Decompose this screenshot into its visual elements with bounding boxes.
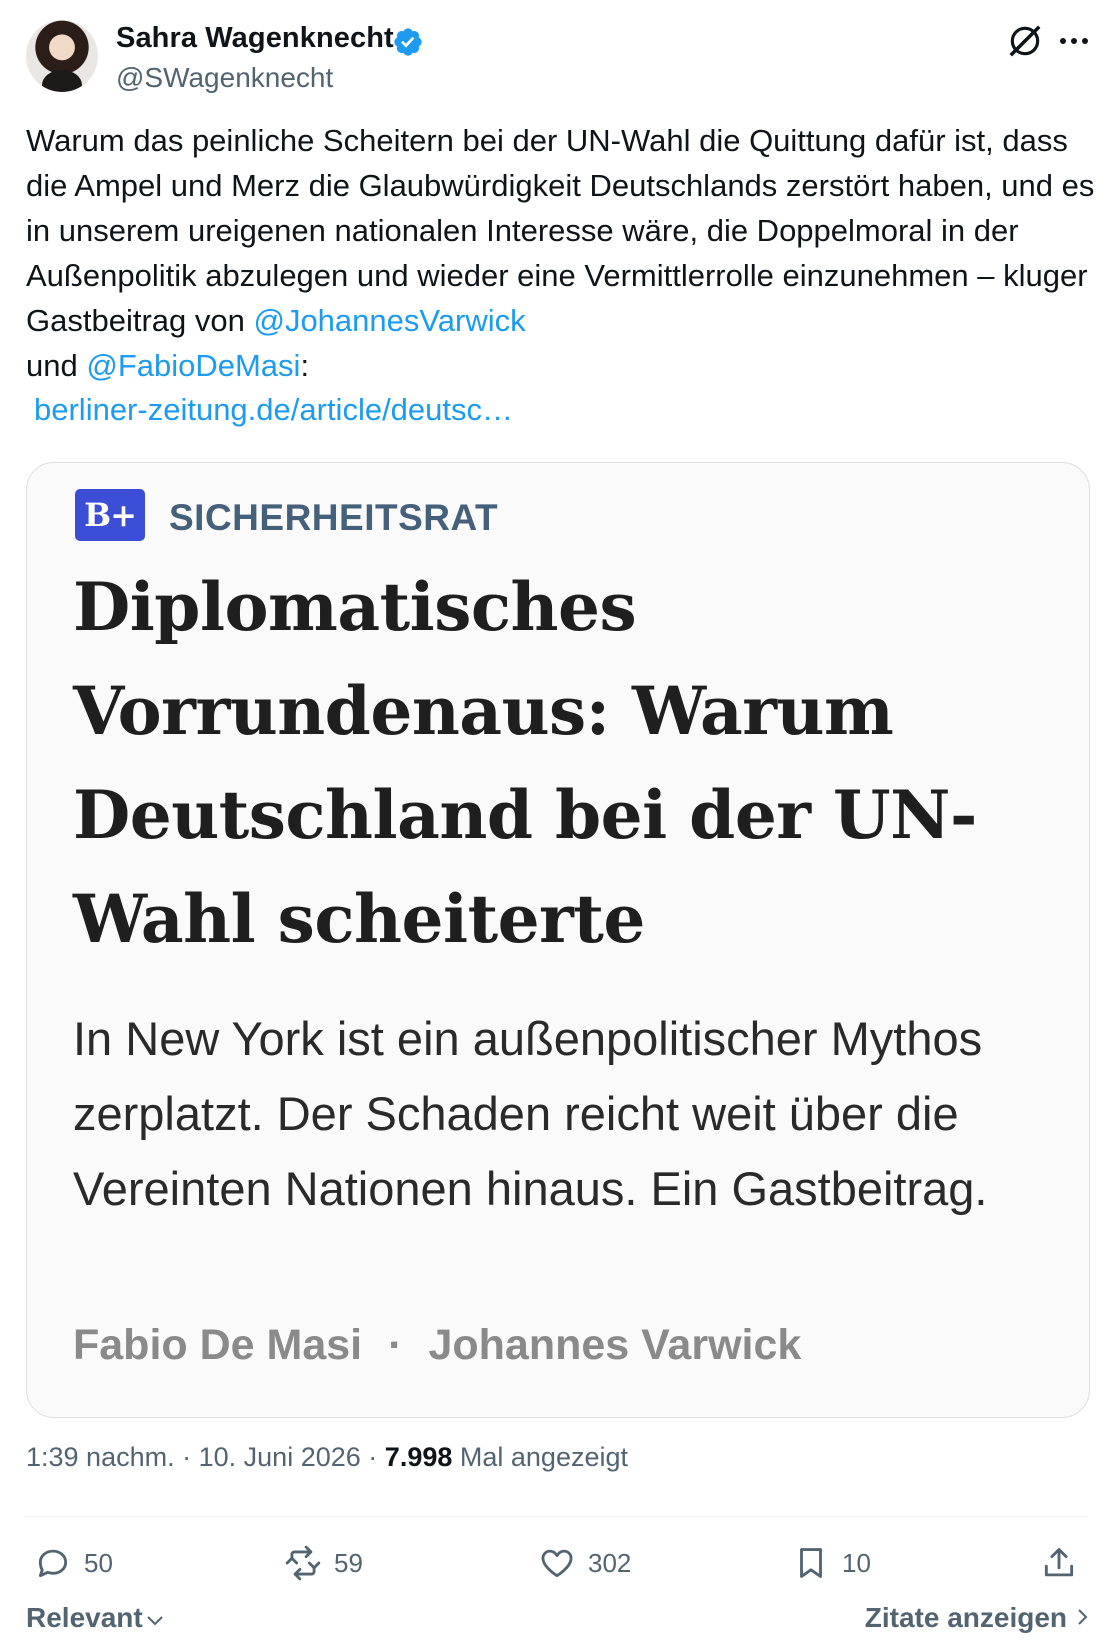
share-icon [1044, 1548, 1074, 1577]
author-handle[interactable]: @SWagenknecht [116, 62, 333, 94]
avatar[interactable] [26, 20, 98, 92]
card-author: Johannes Varwick [428, 1321, 802, 1369]
repost-icon [285, 1545, 321, 1581]
tweet-text-part: Warum das peinliche Scheitern bei der UN… [26, 123, 1095, 338]
verified-badge-icon [394, 28, 422, 56]
heart-icon [541, 1549, 573, 1578]
publisher-logo: B+ [75, 489, 145, 541]
sort-dropdown[interactable]: Relevant [26, 1602, 164, 1634]
more-icon[interactable] [1058, 34, 1090, 48]
views-count: 7.998 [384, 1442, 453, 1472]
like-button[interactable]: 302 [538, 1542, 631, 1584]
views-label: Mal angezeigt [459, 1442, 628, 1472]
grok-icon[interactable] [1006, 22, 1044, 60]
link-preview-card[interactable]: B+ SICHERHEITSRAT Diplomatisches Vorrund… [26, 462, 1090, 1418]
repost-button[interactable]: 59 [284, 1542, 363, 1584]
card-teaser: In New York ist ein außenpolitischer Myt… [73, 1012, 988, 1215]
tweet-text-part: und [26, 348, 87, 383]
mention-link[interactable]: @FabioDeMasi [86, 348, 300, 383]
tweet-text-part: : [300, 348, 310, 383]
tweet-text: Warum das peinliche Scheitern bei der UN… [26, 118, 1096, 388]
card-kicker: SICHERHEITSRAT [169, 497, 499, 538]
card-author: Fabio De Masi [73, 1321, 363, 1369]
chevron-down-icon [147, 1616, 163, 1626]
tweet-meta: 1:39 nachm. · 10. Juni 2026 · 7.998 Mal … [26, 1442, 628, 1473]
reply-button[interactable]: 50 [34, 1542, 113, 1584]
divider [26, 1516, 1088, 1517]
quotes-label: Zitate anzeigen [864, 1602, 1067, 1633]
card-authors: Fabio De Masi · Johannes Varwick [73, 1321, 801, 1370]
like-count: 302 [588, 1547, 632, 1578]
bookmark-count: 10 [842, 1547, 871, 1578]
repost-count: 59 [334, 1547, 363, 1578]
reply-icon [38, 1549, 68, 1578]
sort-label: Relevant [26, 1602, 143, 1633]
bookmark-icon [800, 1548, 822, 1578]
author-separator: · [388, 1321, 403, 1369]
tweet-date[interactable]: 10. Juni 2026 [199, 1442, 361, 1472]
view-quotes-link[interactable]: Zitate anzeigen [865, 1602, 1089, 1634]
tweet-time[interactable]: 1:39 nachm. [26, 1442, 175, 1472]
card-headline: Diplomatisches Vorrundenaus: Warum Deuts… [73, 568, 977, 958]
bookmark-button[interactable]: 10 [792, 1542, 871, 1584]
author-name[interactable]: Sahra Wagenknecht [116, 22, 394, 55]
share-button[interactable] [1040, 1542, 1078, 1584]
mention-link[interactable]: @JohannesVarwick [253, 303, 525, 338]
meta-separator: · [182, 1442, 192, 1472]
chevron-right-icon [1078, 1609, 1088, 1625]
article-link[interactable]: berliner-zeitung.de/article/deutsc… [34, 392, 513, 428]
reply-count: 50 [84, 1547, 113, 1578]
meta-separator: · [368, 1442, 378, 1472]
